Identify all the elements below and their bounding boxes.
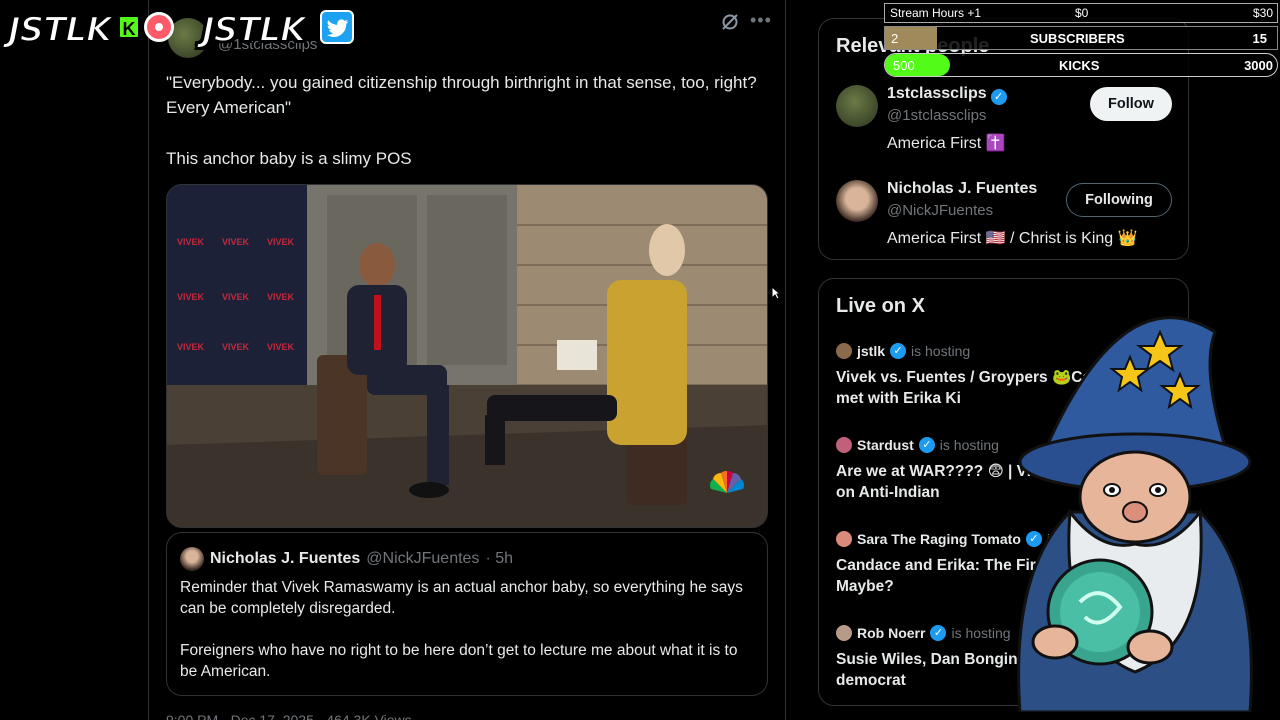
tweet-timestamp-views: 9:00 PM · Dec 17, 2025 · 464.3K Views [166,712,412,720]
kicks-label: KICKS [1059,58,1100,73]
svg-text:VIVEK: VIVEK [222,237,250,247]
svg-text:VIVEK: VIVEK [177,342,205,352]
svg-text:VIVEK: VIVEK [267,342,295,352]
host-avatar [836,437,852,453]
kicks-count: 500 [893,58,915,73]
kicks-goal: 3000 [1244,58,1273,73]
svg-text:VIVEK: VIVEK [177,292,205,302]
quoted-text-paragraph: Reminder that Vivek Ramaswamy is an actu… [180,579,743,617]
follow-button[interactable]: Follow [1090,87,1172,121]
verified-badge-icon: ✓ [890,343,907,359]
verified-badge-icon: ✓ [918,437,935,453]
quoted-tweet-time: · 5h [485,550,514,567]
brand-logo-right: JSTLK [201,9,307,51]
quoted-tweet-text: Reminder that Vivek Ramaswamy is an actu… [180,577,754,682]
kicks-row: 500 KICKS 3000 [884,53,1278,77]
person-item[interactable]: 1stclassclips ✓ @1stclassclips America Fi… [836,85,1172,155]
mouse-cursor-icon [771,286,781,300]
person-name[interactable]: Nicholas J. Fuentes [887,180,1037,198]
person-handle[interactable]: @1stclassclips [887,107,986,124]
quoted-author-name[interactable]: Nicholas J. Fuentes [210,550,360,568]
subscribers-count: 2 [891,31,899,46]
host-name[interactable]: Rob Noerr [857,625,925,641]
video-frame: VIVEK VIVEK VIVEK VIVEK VIVEK VIVEK VIVEK VIV… [167,185,767,527]
timeline-right-border [785,0,786,720]
svg-text:VIVEK: VIVEK [222,292,250,302]
subscribers-row: 2 SUBSCRIBERS 15 [884,26,1278,50]
stream-stats-overlay: Stream Hours +1 $0 $30 2 SUBSCRIBERS 15 … [884,3,1280,77]
quoted-tweet[interactable]: Nicholas J. Fuentes @NickJFuentes · 5h R… [166,532,768,696]
quoted-author-avatar[interactable] [180,547,204,571]
host-name[interactable]: Stardust [857,437,914,453]
verified-badge-icon: ✓ [990,89,1007,105]
svg-text:VIVEK: VIVEK [267,292,295,302]
hosting-label: is hosting [939,437,999,453]
wizard-mascot-overlay [1017,316,1253,712]
avatar[interactable] [836,180,878,222]
quoted-author-handle[interactable]: @NickJFuentes [366,550,479,568]
person-bio: America First ✝️ [887,135,1006,152]
quoted-tweet-header: Nicholas J. Fuentes @NickJFuentes · 5h [180,547,754,571]
record-icon [144,12,174,42]
quoted-text-paragraph: Foreigners who have no right to be here … [180,642,738,680]
stream-hours-label: Stream Hours +1 [890,6,982,20]
host-name[interactable]: jstlk [857,343,885,359]
verified-badge-icon: ✓ [930,625,947,641]
svg-text:VIVEK: VIVEK [177,237,205,247]
stream-hours-row: Stream Hours +1 $0 $30 [884,3,1278,23]
kick-logo-icon: K [118,15,140,39]
grok-icon[interactable] [720,12,740,32]
twitter-bird-icon [320,10,354,44]
live-on-x-title: Live on X [836,295,925,317]
tweet-text-paragraph: This anchor baby is a slimy POS [166,149,412,168]
host-avatar [836,625,852,641]
person-handle[interactable]: @NickJFuentes [887,202,993,219]
tweet-text-paragraph: "Everybody... you gained citizenship thr… [166,73,757,117]
host-name[interactable]: Sara The Raging Tomato [857,531,1021,547]
timeline-left-border [148,0,149,720]
tweet-text: "Everybody... you gained citizenship thr… [166,70,766,197]
host-avatar [836,343,852,359]
subscribers-goal: 15 [1252,31,1267,46]
person-name[interactable]: 1stclassclips ✓ [887,85,1007,105]
stream-hours-goal: $30 [1252,6,1273,20]
hosting-label: is hosting [911,343,971,359]
person-bio: America First 🇺🇸 / Christ is King 👑 [887,230,1138,247]
person-item[interactable]: Nicholas J. Fuentes @NickJFuentes Americ… [836,180,1172,250]
avatar[interactable] [836,85,878,127]
stream-hours-start: $0 [1075,6,1089,20]
tweet-video[interactable]: VIVEK VIVEK VIVEK VIVEK VIVEK VIVEK VIVEK VIV… [166,184,768,528]
svg-text:VIVEK: VIVEK [222,342,250,352]
following-button[interactable]: Following [1066,183,1172,217]
subscribers-label: SUBSCRIBERS [1030,31,1125,46]
brand-logo-left: JSTLK [7,9,113,51]
host-avatar [836,531,852,547]
more-options-icon[interactable]: ••• [750,10,772,31]
svg-text:VIVEK: VIVEK [267,237,295,247]
person-name-text: 1stclassclips [887,85,987,102]
